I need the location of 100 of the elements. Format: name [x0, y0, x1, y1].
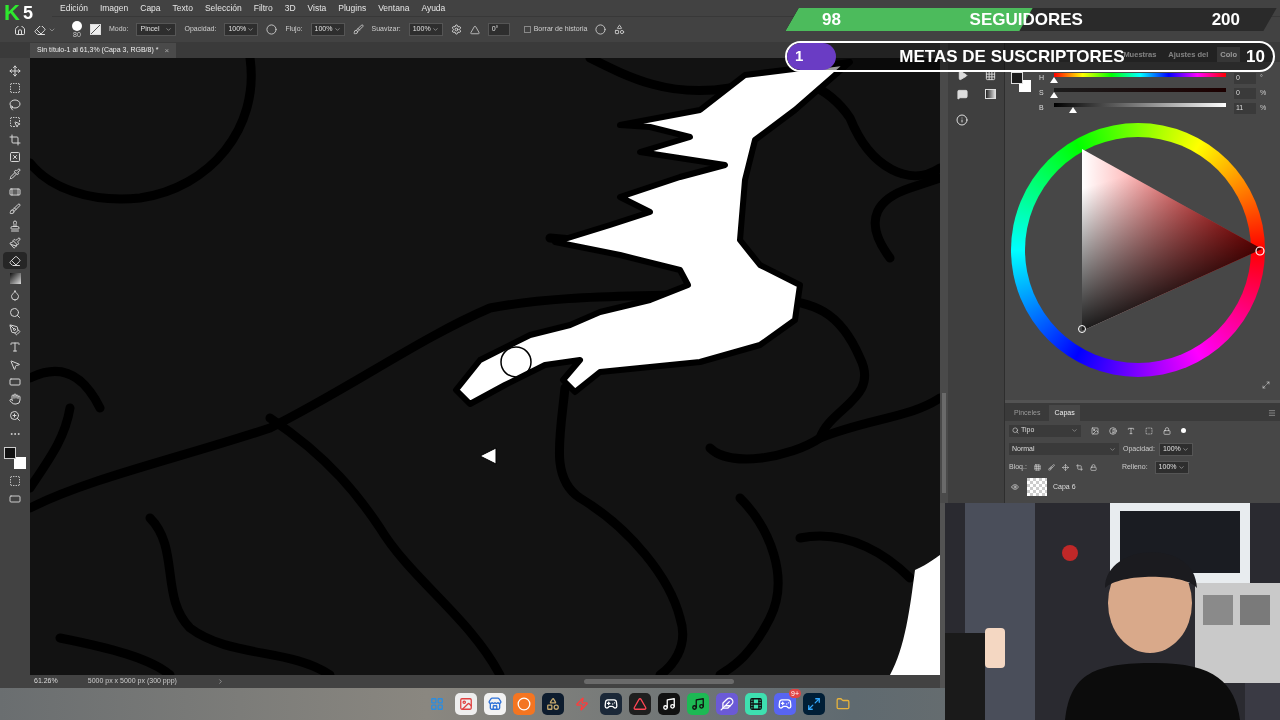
eye-icon[interactable]: [1011, 483, 1019, 491]
comment-icon[interactable]: [956, 89, 968, 100]
home-icon[interactable]: [14, 23, 26, 36]
menu-item[interactable]: Ayuda: [421, 1, 446, 15]
menu-item[interactable]: Ventana: [378, 1, 410, 15]
lock-pixels-icon[interactable]: [1033, 463, 1041, 471]
background-color-swatch[interactable]: [14, 456, 26, 469]
menu-item[interactable]: Texto: [172, 1, 193, 15]
move-icon: [9, 64, 21, 77]
caret-icon: [1071, 427, 1078, 434]
paintbrush-icon: [9, 237, 21, 250]
hand-icon: [9, 393, 21, 406]
caret-icon: [247, 26, 255, 33]
gradient-icon: [9, 272, 21, 284]
lightning-icon: [575, 697, 589, 711]
caret-icon: [1177, 463, 1185, 471]
horizontal-scrollbar[interactable]: [583, 679, 734, 684]
subscriber-goal-title: METAS DE SUSCRIPTORES: [899, 45, 1125, 68]
quick-mask-icon[interactable]: [9, 474, 21, 487]
settings-icon[interactable]: [450, 24, 462, 35]
triangle-app-icon: [633, 697, 647, 711]
foreground-color-swatch[interactable]: [4, 446, 16, 459]
followers-count: 98: [822, 8, 841, 31]
bandage-icon: [9, 185, 21, 198]
taskbar-button[interactable]: [803, 693, 825, 715]
caret-icon: [333, 26, 341, 33]
crossed-square-icon: [9, 151, 21, 163]
menu-item[interactable]: Imagen: [99, 1, 129, 15]
zoom-icon: [9, 410, 21, 423]
stamp-icon: [9, 220, 21, 233]
shape-filter-icon[interactable]: [1145, 426, 1153, 435]
pointer-square-icon: [9, 116, 21, 129]
taskbar-button[interactable]: [658, 693, 680, 715]
followers-target: 200: [1211, 8, 1240, 31]
taskbar-button[interactable]: [600, 693, 622, 715]
subscriber-count: 1: [795, 46, 804, 67]
play-icon[interactable]: [956, 70, 968, 81]
type-filter-icon[interactable]: [1127, 426, 1135, 435]
brush-icon: [9, 202, 21, 215]
brush-panel-icon[interactable]: [90, 24, 101, 35]
droplet-icon: [9, 289, 21, 302]
subscriber-target: 10: [1246, 45, 1265, 68]
lock-position-icon[interactable]: [1061, 463, 1069, 471]
music-app-icon: [691, 697, 705, 711]
brush-preview-icon[interactable]: [72, 21, 82, 31]
grid-icon: [430, 697, 444, 711]
folder-icon: [836, 697, 850, 711]
gradient-square-icon[interactable]: [984, 89, 996, 99]
menu-item[interactable]: Capa: [140, 1, 161, 15]
type-icon: [9, 341, 21, 354]
eraser-icon[interactable]: [34, 23, 46, 36]
magnifier-icon: [9, 306, 21, 319]
logo-number: 5: [22, 4, 33, 22]
image-filter-icon[interactable]: [1091, 426, 1099, 435]
feather-icon: [720, 697, 734, 711]
search-icon: [1012, 427, 1019, 434]
logo-letter: K: [4, 2, 20, 24]
taskbar-button[interactable]: [687, 693, 709, 715]
caret-icon: [165, 26, 173, 33]
menu-item[interactable]: Filtro: [253, 1, 273, 15]
lock-paint-icon[interactable]: [1047, 463, 1055, 471]
taskbar-button[interactable]: [745, 693, 767, 715]
screen-mode-icon[interactable]: [9, 493, 21, 506]
close-tab-button[interactable]: ×: [164, 44, 170, 57]
store-icon: [488, 697, 502, 711]
info-icon[interactable]: [956, 114, 968, 126]
arrow-pointer-icon: [9, 358, 21, 371]
grid-icon[interactable]: [984, 70, 996, 81]
followers-title: SEGUIDORES: [969, 8, 1083, 31]
menu-item[interactable]: Edición: [60, 1, 88, 15]
caret-icon: [1181, 445, 1189, 453]
dashed-square-icon: [9, 81, 21, 94]
menu-item[interactable]: Selección: [204, 1, 242, 15]
eyedropper-icon: [9, 168, 21, 181]
taskbar-button[interactable]: [542, 693, 564, 715]
circle-app-icon: [517, 697, 531, 711]
pen-icon: [9, 323, 21, 336]
checkbox[interactable]: [523, 26, 531, 33]
gallery-icon: [459, 697, 473, 711]
foreground-color-swatch[interactable]: [1011, 72, 1023, 84]
rectangle-icon: [9, 375, 21, 388]
caret-icon: [431, 26, 439, 33]
lock-all-icon[interactable]: [1089, 463, 1097, 471]
filter-toggle-icon[interactable]: [1181, 428, 1186, 433]
angle-icon: [469, 24, 480, 35]
tool-button[interactable]: [3, 252, 27, 270]
music-note-icon: [662, 697, 676, 711]
expand-icon[interactable]: [1262, 381, 1270, 389]
caret-icon: [1109, 445, 1116, 453]
airbrush-icon[interactable]: [352, 24, 364, 35]
menu-item[interactable]: Vista: [307, 1, 327, 15]
slider-thumb[interactable]: [1068, 107, 1077, 113]
gamepad-icon: [604, 697, 618, 711]
menu-item[interactable]: 3D: [284, 1, 296, 15]
menu-item[interactable]: Plugins: [338, 1, 367, 15]
panel-menu-icon[interactable]: [1268, 409, 1276, 417]
eraser-icon: [9, 254, 21, 267]
layer-thumbnail: [1027, 478, 1047, 496]
crop-icon: [9, 133, 21, 146]
lasso-icon: [9, 99, 21, 112]
